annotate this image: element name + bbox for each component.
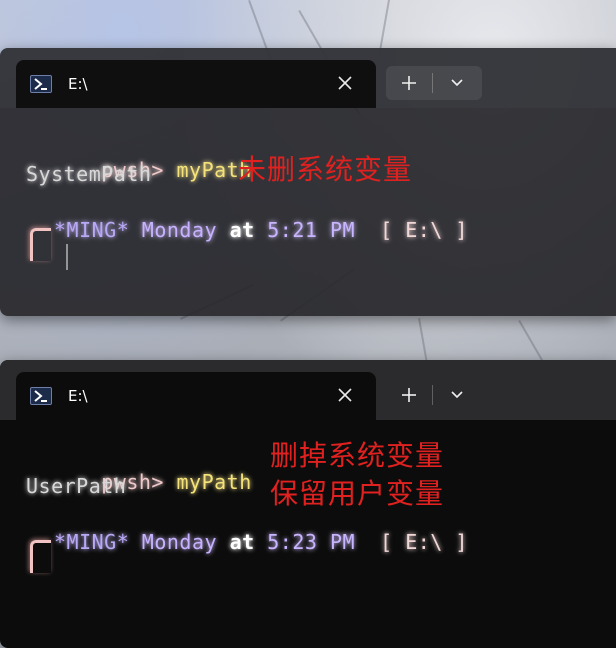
plus-icon (402, 76, 416, 90)
terminal-tab[interactable]: E:\ (16, 372, 376, 420)
annotation-text: 未删系统变量 (238, 153, 413, 186)
plus-icon (402, 388, 416, 402)
command-output: UserPath (26, 474, 127, 498)
chevron-down-icon (451, 391, 463, 399)
status-line: *MING* Monday at 5:21 PM [ E:\ ] (54, 218, 468, 242)
tab-title: E:\ (68, 387, 88, 405)
tab-title: E:\ (68, 75, 88, 93)
close-icon[interactable] (336, 386, 354, 404)
time-text: 5:23 PM (267, 530, 356, 554)
at-text: at (229, 218, 255, 242)
powershell-icon (30, 387, 52, 405)
prompt-corner-icon (30, 540, 51, 573)
path-text: [ E:\ ] (380, 530, 468, 554)
host-name: *MING* (54, 218, 130, 242)
new-tab-button[interactable] (386, 378, 432, 412)
day-text: Monday (141, 530, 218, 554)
day-text: Monday (141, 218, 218, 242)
time-text: 5:21 PM (267, 218, 356, 242)
close-icon[interactable] (336, 74, 354, 92)
terminal-window-1: E:\ pwsh> myPath SystemPath 未删系统变量 *MING… (0, 48, 616, 316)
command-text: myPath (176, 470, 252, 494)
terminal-content[interactable]: pwsh> myPath SystemPath 未删系统变量 *MING* Mo… (0, 108, 616, 316)
new-tab-group (386, 66, 482, 100)
tab-dropdown-button[interactable] (433, 66, 481, 100)
path-text: [ E:\ ] (380, 218, 468, 242)
terminal-content[interactable]: pwsh> myPath UserPath 删掉系统变量 保留用户变量 *MIN… (0, 420, 616, 648)
text-cursor (66, 244, 68, 270)
prompt-corner-icon (30, 228, 51, 261)
chevron-down-icon (451, 79, 463, 87)
new-tab-group (386, 378, 482, 412)
terminal-tab[interactable]: E:\ (16, 60, 376, 108)
status-line: *MING* Monday at 5:23 PM [ E:\ ] (54, 530, 468, 554)
annotation-text: 删掉系统变量 (270, 439, 445, 472)
annotation-text: 保留用户变量 (270, 477, 445, 510)
title-bar: E:\ (0, 48, 616, 108)
command-output: SystemPath (26, 162, 152, 186)
title-bar: E:\ (0, 360, 616, 420)
host-name: *MING* (54, 530, 130, 554)
terminal-window-2: E:\ pwsh> myPath UserPath 删掉系统变量 保留用户变量 … (0, 360, 616, 648)
tab-dropdown-button[interactable] (433, 378, 481, 412)
new-tab-button[interactable] (386, 66, 432, 100)
at-text: at (229, 530, 255, 554)
powershell-icon (30, 75, 52, 93)
